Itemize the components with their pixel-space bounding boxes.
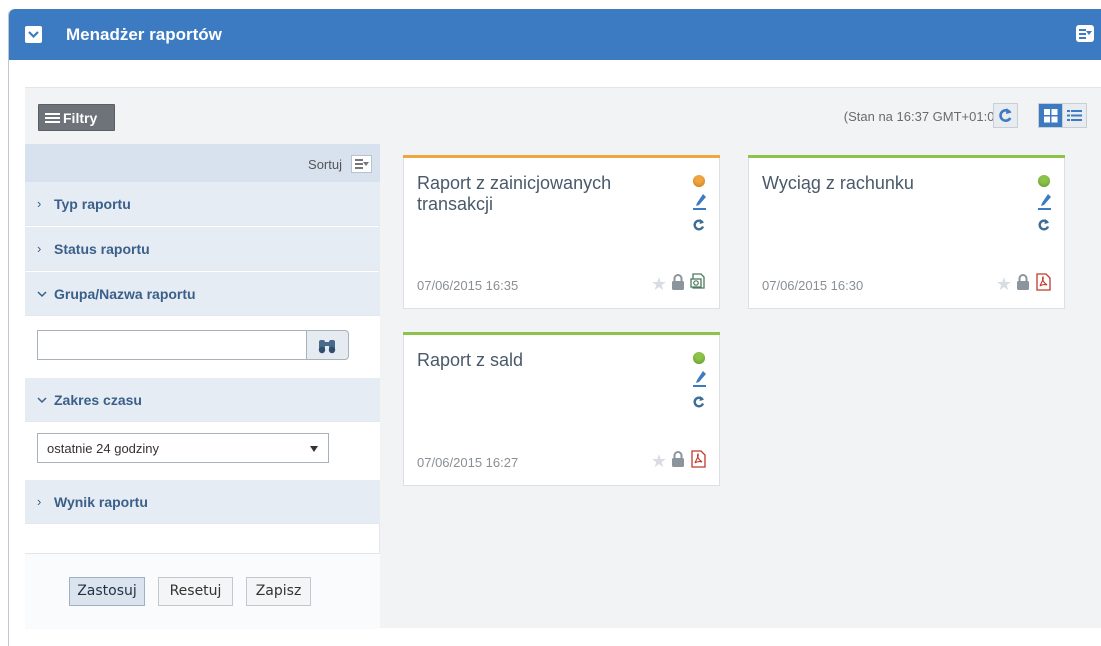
section-grupa-nazwa-raportu[interactable]: Grupa/Nazwa raportu xyxy=(25,272,380,316)
save-button[interactable]: Zapisz xyxy=(246,577,311,606)
report-date: 07/06/2015 16:30 xyxy=(762,278,864,293)
report-date: 07/06/2015 16:27 xyxy=(417,455,519,470)
refresh-icon xyxy=(999,108,1012,122)
status-dot-icon xyxy=(1038,175,1050,187)
report-title: Raport z zainicjowanych transakcji xyxy=(417,173,612,214)
widget-menu-icon[interactable] xyxy=(1076,25,1094,42)
pencil-icon[interactable] xyxy=(693,193,707,211)
refresh-icon[interactable] xyxy=(1037,218,1051,232)
lock-icon xyxy=(672,274,684,290)
status-dot-icon xyxy=(693,352,705,364)
pencil-icon[interactable] xyxy=(1038,193,1052,211)
reset-button[interactable]: Resetuj xyxy=(158,577,233,606)
refresh-icon[interactable] xyxy=(692,395,706,409)
search-button[interactable] xyxy=(307,330,349,360)
report-card[interactable]: Raport z sald 07/06/2015 16:27 ★ xyxy=(403,332,720,486)
section-typ-raportu[interactable]: › Typ raportu xyxy=(25,182,380,226)
main-content: Filtry (Stan na 16:37 GMT+01:00) Sortuj … xyxy=(25,87,1101,629)
lock-icon xyxy=(672,451,684,467)
preview-file-icon[interactable] xyxy=(690,273,707,291)
chevron-right-icon: › xyxy=(37,494,42,509)
section-wynik-raportu[interactable]: › Wynik raportu xyxy=(25,480,380,524)
chevron-right-icon: › xyxy=(37,241,42,256)
chevron-right-icon: › xyxy=(37,196,42,211)
refresh-icon[interactable] xyxy=(692,218,706,232)
status-dot-icon xyxy=(693,175,705,187)
star-icon[interactable]: ★ xyxy=(651,275,667,293)
sort-label: Sortuj xyxy=(308,157,342,172)
list-icon xyxy=(1067,110,1082,121)
report-name-search-input[interactable] xyxy=(37,330,307,360)
grid-view-button[interactable] xyxy=(1038,103,1063,128)
title-bar: Menadżer raportów xyxy=(9,9,1101,60)
lock-icon xyxy=(1017,274,1029,290)
section-status-raportu[interactable]: › Status raportu xyxy=(25,227,380,271)
star-icon[interactable]: ★ xyxy=(651,452,667,470)
report-title: Wyciąg z rachunku xyxy=(762,173,914,193)
chevron-down-icon xyxy=(37,397,47,404)
pencil-icon[interactable] xyxy=(693,370,707,388)
refresh-button[interactable] xyxy=(993,103,1018,128)
sort-menu-icon[interactable] xyxy=(351,155,372,173)
sidebar-actions: Zastosuj Resetuj Zapisz xyxy=(25,553,380,629)
grid-icon xyxy=(1044,109,1058,123)
dropdown-arrow-icon xyxy=(310,446,318,452)
report-title: Raport z sald xyxy=(417,350,524,370)
filters-sidebar: Sortuj › Typ raportu › Status raportu Gr… xyxy=(25,144,380,629)
binoculars-icon xyxy=(318,340,336,354)
apply-button[interactable]: Zastosuj xyxy=(69,577,145,606)
list-view-button[interactable] xyxy=(1062,103,1087,128)
pdf-file-icon[interactable] xyxy=(1035,273,1052,291)
report-manager-window: Menadżer raportów Filtry (Stan na 16:37 … xyxy=(8,9,1101,646)
chevron-down-icon xyxy=(37,291,47,298)
star-icon[interactable]: ★ xyxy=(996,275,1012,293)
report-card[interactable]: Raport z zainicjowanych transakcji 07/06… xyxy=(403,155,720,309)
window-title: Menadżer raportów xyxy=(66,25,222,44)
report-card[interactable]: Wyciąg z rachunku 07/06/2015 16:30 ★ xyxy=(748,155,1065,309)
time-range-area: ostatnie 24 godziny xyxy=(25,422,380,480)
pdf-file-icon[interactable] xyxy=(690,450,707,468)
sort-bar: Sortuj xyxy=(25,144,380,182)
section-zakres-czasu[interactable]: Zakres czasu xyxy=(25,378,380,422)
hamburger-icon xyxy=(45,113,60,125)
report-date: 07/06/2015 16:35 xyxy=(417,278,519,293)
status-timestamp: (Stan na 16:37 GMT+01:00) xyxy=(843,109,1006,124)
time-range-select[interactable]: ostatnie 24 godziny xyxy=(37,433,329,463)
filters-button[interactable]: Filtry xyxy=(38,104,115,131)
collapse-toggle-icon[interactable] xyxy=(25,26,42,43)
group-name-search xyxy=(25,316,380,378)
